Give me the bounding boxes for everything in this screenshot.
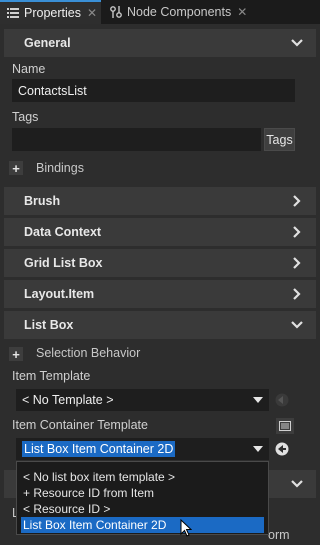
section-grid-list-box-label: Grid List Box (24, 256, 103, 270)
section-brush-label: Brush (24, 194, 61, 208)
dropdown-popup: < No list box item template > + Resource… (16, 461, 269, 535)
reset-arrow-icon[interactable] (275, 442, 289, 456)
reset-arrow-icon[interactable] (275, 393, 289, 407)
chevron-right-icon (293, 195, 301, 207)
list-item[interactable]: < No list box item template > (21, 469, 264, 485)
node-components-icon (109, 5, 123, 19)
section-list-box-label: List Box (24, 318, 74, 332)
section-list-box[interactable]: List Box (4, 311, 316, 339)
list-item[interactable]: < Resource ID > (21, 501, 264, 517)
chevron-down-icon (291, 480, 303, 488)
section-data-context-label: Data Context (24, 225, 102, 239)
close-icon[interactable]: ✕ (87, 6, 97, 20)
tags-label: Tags (12, 110, 39, 124)
section-grid-list-box[interactable]: Grid List Box (4, 249, 316, 277)
item-container-template-label: Item Container Template (12, 418, 148, 432)
resource-browser-icon[interactable] (276, 418, 294, 434)
section-layout-item[interactable]: Layout.Item (4, 280, 316, 308)
tags-input[interactable] (12, 128, 261, 151)
item-container-template-dropdown[interactable]: List Box Item Container 2D (16, 438, 269, 460)
section-data-context[interactable]: Data Context (4, 218, 316, 246)
chevron-right-icon (293, 257, 301, 269)
chevron-down-icon (253, 397, 263, 403)
section-general[interactable]: General (4, 29, 316, 57)
chevron-right-icon (293, 226, 301, 238)
plus-icon[interactable]: + (9, 347, 23, 362)
chevron-down-icon (291, 321, 303, 329)
chevron-right-icon (293, 288, 301, 300)
tab-node-components[interactable]: Node Components ✕ (103, 0, 248, 24)
name-input[interactable]: ContactsList (12, 79, 295, 102)
plus-icon[interactable]: + (9, 161, 23, 176)
item-template-label: Item Template (12, 369, 91, 383)
mouse-cursor-icon (180, 519, 192, 537)
section-layout-item-label: Layout.Item (24, 287, 95, 301)
tab-properties[interactable]: Properties ✕ (0, 0, 101, 24)
section-general-label: General (24, 36, 71, 50)
item-template-value: < No Template > (22, 393, 114, 407)
list-item-selected[interactable]: List Box Item Container 2D (21, 517, 264, 533)
bindings-label: Bindings (36, 161, 84, 175)
item-template-dropdown[interactable]: < No Template > (16, 389, 269, 411)
properties-icon (6, 6, 20, 20)
list-item[interactable]: + Resource ID from Item (21, 485, 264, 501)
item-container-template-value: List Box Item Container 2D (22, 441, 176, 457)
chevron-down-icon (253, 446, 263, 452)
close-icon[interactable]: ✕ (237, 5, 247, 19)
tab-node-components-label: Node Components (127, 5, 232, 19)
section-brush[interactable]: Brush (4, 187, 316, 215)
tags-button[interactable]: Tags (264, 128, 295, 151)
name-label: Name (12, 62, 46, 76)
chevron-down-icon (291, 39, 303, 47)
tab-properties-label: Properties (24, 6, 81, 20)
partial-label: orm (268, 528, 290, 542)
selection-behavior-label: Selection Behavior (36, 346, 141, 360)
